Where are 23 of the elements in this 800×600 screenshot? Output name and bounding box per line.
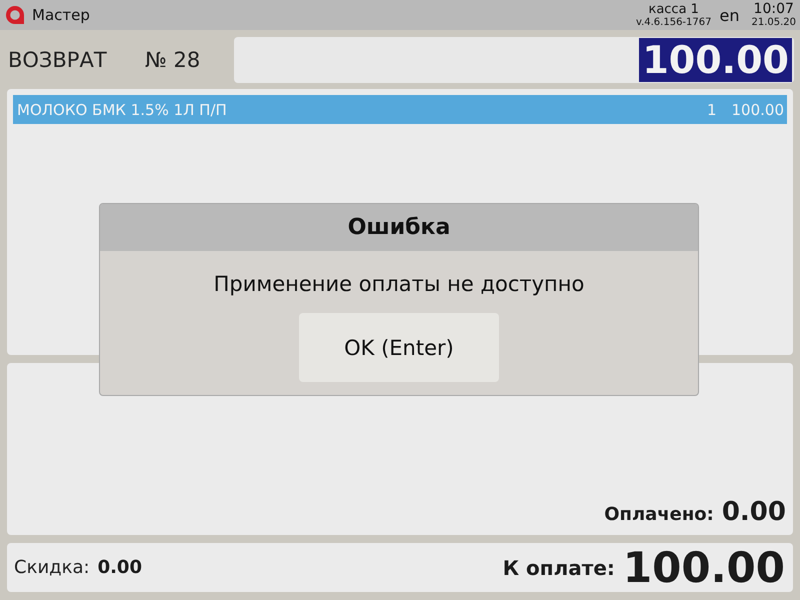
ok-button[interactable]: OK (Enter) bbox=[299, 313, 499, 382]
item-quantity: 1 bbox=[706, 100, 716, 118]
dialog-title: Ошибка bbox=[100, 204, 698, 251]
due-value: 100.00 bbox=[622, 543, 785, 592]
paid-value: 0.00 bbox=[722, 497, 786, 527]
receipt-number: № 28 bbox=[145, 48, 202, 72]
item-sum: 100.00 bbox=[732, 100, 784, 118]
version-text: v.4.6.156-1767 bbox=[636, 18, 712, 28]
app-title: Мастер bbox=[32, 6, 90, 24]
item-name: МОЛОКО БМК 1.5% 1Л П/П bbox=[17, 100, 228, 118]
clock-date: 21.05.20 bbox=[751, 18, 796, 28]
clock-time: 10:07 bbox=[754, 2, 794, 16]
discount-value: 0.00 bbox=[98, 557, 142, 578]
register-name: касса 1 bbox=[648, 2, 699, 16]
paid-label: Оплачено: bbox=[604, 504, 714, 525]
amount-value: 100.00 bbox=[639, 38, 792, 82]
logo-icon bbox=[5, 5, 25, 25]
due-label: К оплате: bbox=[502, 556, 615, 580]
discount-label: Скидка: bbox=[14, 557, 90, 578]
receipt-mode: ВОЗВРАТ bbox=[8, 48, 108, 72]
dialog-message: Применение оплаты не доступно bbox=[214, 272, 584, 296]
language-indicator[interactable]: en bbox=[719, 6, 740, 24]
amount-input-field[interactable]: 100.00 bbox=[234, 36, 794, 82]
